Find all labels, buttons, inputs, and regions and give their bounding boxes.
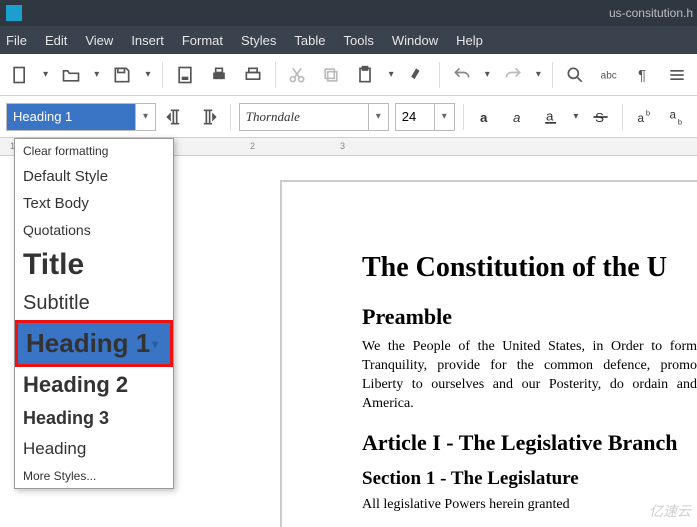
- style-item-text-body[interactable]: Text Body: [15, 190, 173, 217]
- separator: [162, 62, 163, 88]
- menu-edit[interactable]: Edit: [45, 33, 67, 48]
- clone-formatting-button[interactable]: [403, 60, 431, 90]
- menu-table[interactable]: Table: [294, 33, 325, 48]
- menu-styles[interactable]: Styles: [241, 33, 276, 48]
- ruler-mark: 3: [340, 141, 345, 151]
- superscript-button[interactable]: ab: [631, 102, 658, 132]
- svg-text:a: a: [637, 112, 644, 125]
- style-item-heading[interactable]: Heading: [15, 434, 173, 464]
- ruler-mark: 2: [250, 141, 255, 151]
- subscript-button[interactable]: ab: [664, 102, 691, 132]
- svg-text:b: b: [678, 117, 682, 126]
- separator: [275, 62, 276, 88]
- doc-h2-preamble[interactable]: Preamble: [362, 304, 697, 330]
- doc-preamble-body[interactable]: We the People of the United States, in O…: [362, 338, 697, 414]
- style-item-title[interactable]: Title: [15, 243, 173, 287]
- separator: [230, 104, 231, 130]
- style-item-quotations[interactable]: Quotations: [15, 217, 173, 243]
- copy-button[interactable]: [317, 60, 345, 90]
- doc-h3-section1[interactable]: Section 1 - The Legislature: [362, 468, 697, 490]
- style-item-heading1-label: Heading 1: [26, 328, 150, 359]
- separator: [622, 104, 623, 130]
- menu-file[interactable]: File: [6, 33, 27, 48]
- style-item-default[interactable]: Default Style: [15, 163, 173, 190]
- underline-button[interactable]: a: [538, 102, 565, 132]
- font-size-dropdown-button[interactable]: ▾: [435, 103, 455, 131]
- menu-view[interactable]: View: [85, 33, 113, 48]
- print-button[interactable]: [205, 60, 233, 90]
- open-dropdown[interactable]: ▾: [91, 69, 102, 80]
- more-button[interactable]: [663, 60, 691, 90]
- undo-dropdown[interactable]: ▾: [482, 69, 493, 80]
- style-item-subtitle[interactable]: Subtitle: [15, 287, 173, 320]
- update-style-button[interactable]: [162, 102, 189, 132]
- strikethrough-button[interactable]: S: [587, 102, 614, 132]
- cut-button[interactable]: [283, 60, 311, 90]
- menu-window[interactable]: Window: [392, 33, 438, 48]
- doc-h2-article1[interactable]: Article I - The Legislative Branch: [362, 430, 697, 456]
- svg-text:a: a: [670, 108, 677, 121]
- redo-button[interactable]: [499, 60, 527, 90]
- svg-text:a: a: [546, 108, 554, 123]
- separator: [552, 62, 553, 88]
- document-page[interactable]: The Constitution of the U Preamble We th…: [280, 180, 697, 527]
- italic-button[interactable]: a: [505, 102, 532, 132]
- save-dropdown[interactable]: ▾: [142, 69, 153, 80]
- watermark: 亿速云: [649, 501, 691, 521]
- paste-dropdown[interactable]: ▾: [385, 69, 396, 80]
- toolbar-standard: ▾ ▾ ▾ ▾ ▾ ▾ abc ¶: [0, 54, 697, 96]
- font-name-combo[interactable]: Thorndale: [239, 103, 369, 131]
- paragraph-style-dropdown-button[interactable]: ▾: [136, 103, 156, 131]
- style-item-clear-formatting[interactable]: Clear formatting: [15, 139, 173, 163]
- underline-dropdown[interactable]: ▾: [570, 111, 581, 122]
- chevron-down-icon[interactable]: ▾: [152, 337, 158, 351]
- menu-tools[interactable]: Tools: [343, 33, 373, 48]
- save-button[interactable]: [108, 60, 136, 90]
- open-button[interactable]: [57, 60, 85, 90]
- formatting-marks-button[interactable]: ¶: [629, 60, 657, 90]
- menu-help[interactable]: Help: [456, 33, 483, 48]
- toolbar-formatting: Heading 1 ▾ Thorndale ▾ 24 ▾ a a a ▾ S a…: [0, 96, 697, 138]
- document-title: us-consitution.h: [609, 6, 697, 20]
- undo-button[interactable]: [448, 60, 476, 90]
- separator: [463, 104, 464, 130]
- menu-format[interactable]: Format: [182, 33, 223, 48]
- style-item-more-styles[interactable]: More Styles...: [15, 464, 173, 488]
- style-item-heading3[interactable]: Heading 3: [15, 403, 173, 434]
- paste-button[interactable]: [351, 60, 379, 90]
- font-name-dropdown-button[interactable]: ▾: [369, 103, 389, 131]
- paragraph-style-dropdown-list: Clear formatting Default Style Text Body…: [14, 138, 174, 489]
- paragraph-style-combo[interactable]: Heading 1: [6, 103, 136, 131]
- new-doc-button[interactable]: [6, 60, 34, 90]
- new-style-button[interactable]: [195, 102, 222, 132]
- separator: [439, 62, 440, 88]
- svg-text:a: a: [513, 110, 520, 125]
- menu-insert[interactable]: Insert: [131, 33, 164, 48]
- doc-title-heading[interactable]: The Constitution of the U: [362, 252, 697, 284]
- bold-button[interactable]: a: [472, 102, 499, 132]
- export-pdf-button[interactable]: [171, 60, 199, 90]
- style-item-heading1[interactable]: Heading 1 ▾: [15, 320, 173, 367]
- redo-dropdown[interactable]: ▾: [533, 69, 544, 80]
- titlebar: us-consitution.h: [0, 0, 697, 26]
- print-preview-button[interactable]: [239, 60, 267, 90]
- app-icon: [6, 5, 22, 21]
- svg-text:¶: ¶: [638, 67, 646, 84]
- svg-text:b: b: [645, 108, 649, 117]
- svg-text:abc: abc: [601, 70, 617, 81]
- new-doc-dropdown[interactable]: ▾: [40, 69, 51, 80]
- svg-text:a: a: [480, 110, 488, 125]
- menubar: File Edit View Insert Format Styles Tabl…: [0, 26, 697, 54]
- style-item-heading2[interactable]: Heading 2: [15, 367, 173, 403]
- doc-section1-body[interactable]: All legislative Powers herein granted: [362, 496, 697, 515]
- spellcheck-button[interactable]: abc: [595, 60, 623, 90]
- font-size-combo[interactable]: 24: [395, 103, 435, 131]
- find-replace-button[interactable]: [561, 60, 589, 90]
